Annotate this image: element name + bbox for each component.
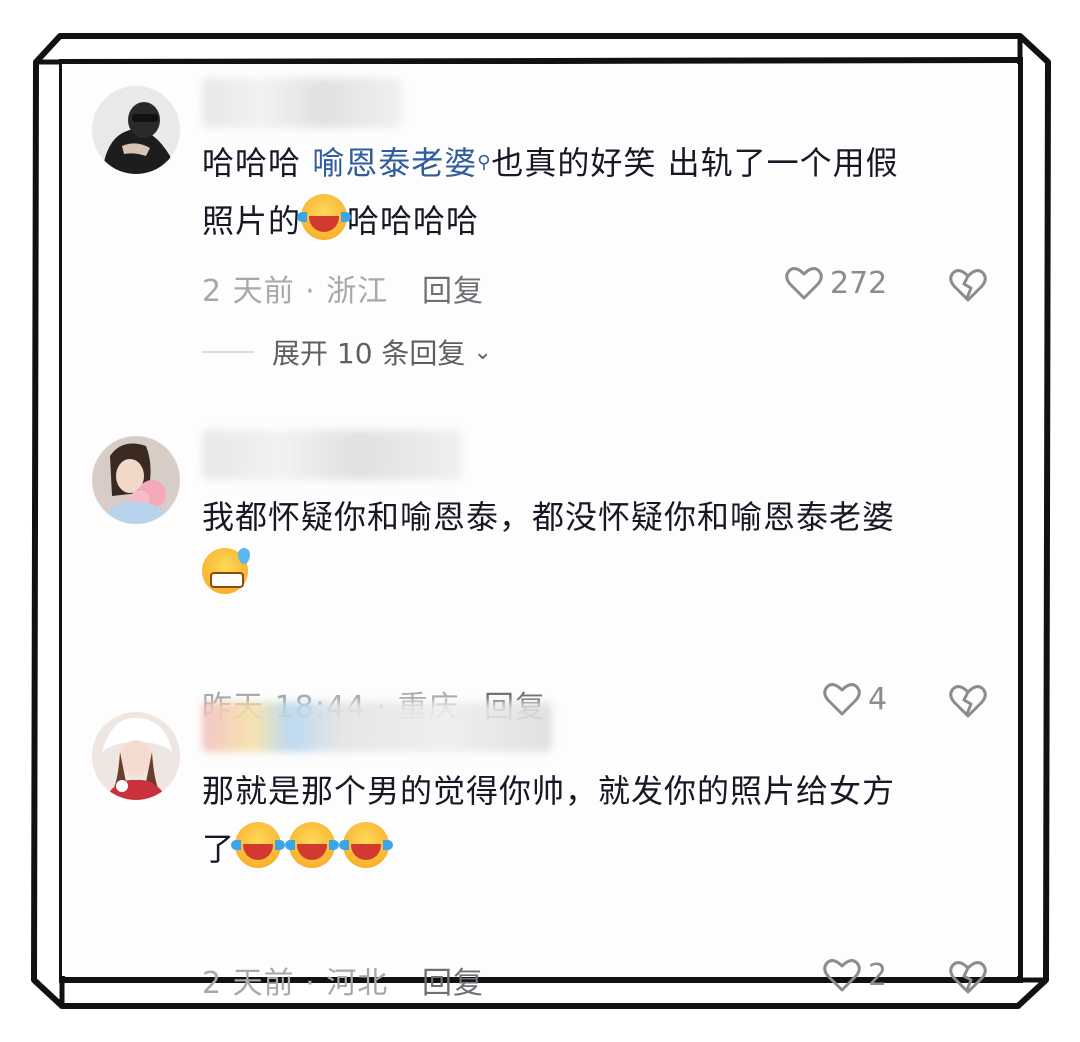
divider-line: [202, 351, 254, 353]
comment-text: 我都怀疑你和喻恩泰，都没怀疑你和喻恩泰老婆: [202, 488, 1002, 604]
loudly-crying-face-emoji: [339, 822, 394, 868]
broken-heart-icon[interactable]: [948, 266, 988, 304]
heart-icon: [785, 267, 823, 300]
like-count: 272: [830, 265, 888, 301]
loudly-crying-face-emoji: [297, 194, 352, 240]
chevron-down-icon: ⌄: [473, 339, 492, 365]
avatar[interactable]: [92, 86, 180, 174]
search-icon: ⚲: [477, 152, 492, 173]
like-button[interactable]: 272: [784, 264, 887, 302]
broken-heart-icon[interactable]: [948, 958, 988, 996]
username-blurred[interactable]: [202, 702, 552, 752]
comment-meta: 2 天前 · 河北: [202, 966, 389, 1001]
expand-replies-label: 展开 10 条回复: [272, 337, 466, 370]
mention-link[interactable]: 喻恩泰老婆: [312, 144, 477, 182]
avatar[interactable]: [92, 712, 180, 800]
grinning-face-with-sweat-emoji: [202, 548, 250, 594]
loudly-crying-face-emoji: [285, 822, 340, 868]
reply-button[interactable]: 回复: [422, 958, 484, 1002]
like-count: 4: [868, 681, 888, 717]
broken-heart-icon[interactable]: [948, 682, 988, 720]
reply-button[interactable]: 回复: [422, 266, 484, 310]
like-button[interactable]: 4: [822, 680, 887, 718]
username-blurred[interactable]: [202, 430, 462, 480]
loudly-crying-face-emoji: [231, 822, 286, 868]
like-count: 2: [868, 957, 888, 993]
expand-replies-button[interactable]: 展开 10 条回复 ⌄: [202, 332, 492, 372]
like-button[interactable]: 2: [822, 956, 887, 994]
avatar[interactable]: [92, 436, 180, 524]
comment-meta: 2 天前 · 浙江: [202, 274, 389, 309]
heart-icon: [823, 959, 861, 992]
heart-icon: [823, 683, 861, 716]
comment-text: 那就是那个男的觉得你帅，就发你的照片给女方 了: [202, 772, 896, 868]
username-blurred[interactable]: [202, 78, 402, 128]
comment-text: 哈哈哈 喻恩泰老婆⚲也真的好笑 出轨了一个用假 照片的 哈哈哈哈: [202, 144, 899, 240]
comment-list: 哈哈哈 喻恩泰老婆⚲也真的好笑 出轨了一个用假 照片的 哈哈哈哈 2 天前 · 浙…: [62, 64, 1018, 1001]
